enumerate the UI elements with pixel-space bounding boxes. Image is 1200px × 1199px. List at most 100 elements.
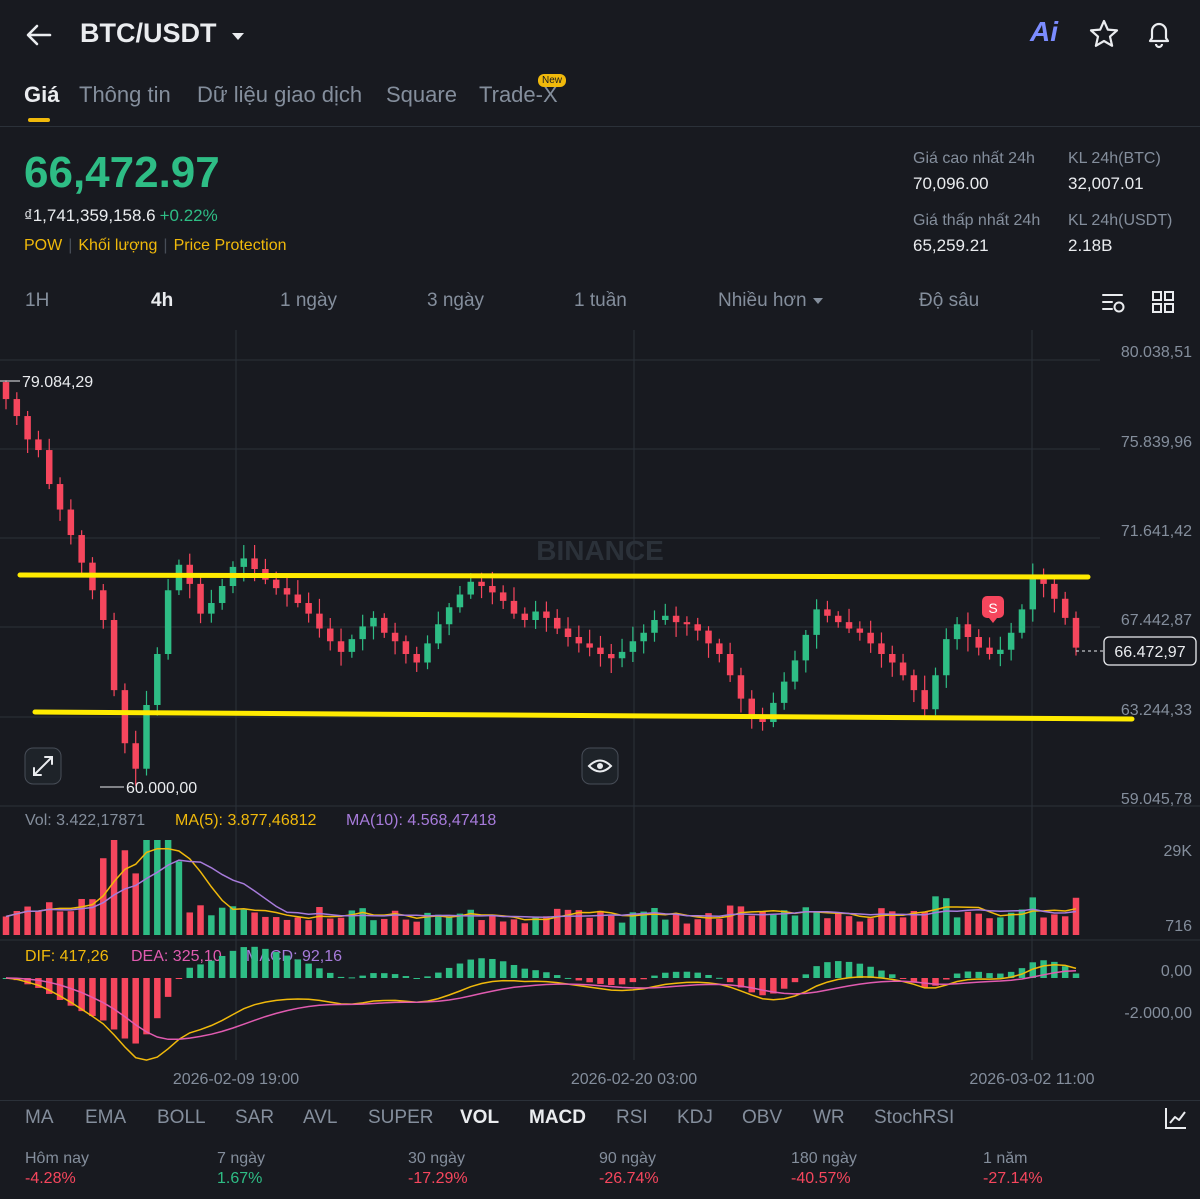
candle	[121, 690, 129, 744]
grid-layout-icon[interactable]	[1151, 290, 1175, 314]
indicator-vol[interactable]: VOL	[460, 1107, 499, 1129]
arrow-left-icon[interactable]	[24, 20, 54, 50]
indicator-sar[interactable]: SAR	[235, 1107, 274, 1129]
candle	[964, 624, 972, 638]
macd-bar	[662, 972, 669, 978]
volume-bar	[943, 898, 950, 935]
tag-price-protection[interactable]: Price Protection	[174, 237, 287, 254]
volume-bar	[56, 911, 64, 935]
indicator-macd[interactable]: MACD	[529, 1107, 586, 1129]
macd-bar	[251, 946, 258, 978]
interval-depth[interactable]: Độ sâu	[919, 290, 979, 312]
last-price: 66,472.97	[24, 148, 220, 197]
volume-bar	[381, 918, 388, 935]
stat-vol-btc-label: KL 24h(BTC)	[1068, 150, 1161, 167]
interval-1d[interactable]: 1 ngày	[280, 290, 337, 312]
volume-bar	[45, 902, 53, 935]
candle	[564, 628, 572, 638]
vol-ma5-label: MA(5): 3.877,46812	[175, 812, 317, 829]
candle	[737, 675, 745, 699]
tab-square[interactable]: Square	[386, 82, 457, 108]
volume-bar	[964, 911, 972, 935]
macd-bar	[964, 971, 972, 978]
volume-bar	[121, 850, 129, 935]
indicator-kdj[interactable]: KDJ	[677, 1107, 713, 1129]
candle	[921, 690, 928, 710]
indicator-stochrsi[interactable]: StochRSI	[874, 1107, 954, 1129]
pair-selector[interactable]: BTC/USDT	[80, 18, 246, 49]
candle	[716, 643, 723, 655]
macd-bar	[327, 972, 334, 978]
candle	[164, 590, 172, 655]
chart-settings-icon[interactable]	[1100, 290, 1128, 316]
indicator-wr[interactable]: WR	[813, 1107, 845, 1129]
caret-down-icon	[812, 298, 823, 304]
macd-bar	[121, 978, 129, 1039]
volume-bar	[435, 914, 442, 935]
interval-3d[interactable]: 3 ngày	[427, 290, 484, 312]
volume-bar	[824, 918, 831, 935]
volume-bar	[67, 911, 75, 935]
stat-low-label: Giá thấp nhất 24h	[913, 212, 1041, 229]
indicator-avl[interactable]: AVL	[303, 1107, 338, 1129]
macd-bar	[986, 973, 993, 978]
macd-bar	[100, 978, 107, 1021]
x-tick-label: 2026-02-09 19:00	[173, 1071, 299, 1088]
expand-chart-button[interactable]	[24, 747, 62, 785]
indicator-ma[interactable]: MA	[25, 1107, 54, 1129]
macd-bar	[521, 968, 529, 978]
candle	[499, 592, 507, 601]
volume-bar	[337, 917, 345, 935]
x-tick-label: 2026-02-20 03:00	[571, 1071, 697, 1088]
macd-bar	[575, 978, 583, 981]
candle	[899, 662, 907, 676]
resistance-trendline[interactable]	[17, 572, 1091, 580]
tag-pow[interactable]: POW	[24, 237, 62, 254]
indicator-boll[interactable]: BOLL	[157, 1107, 206, 1129]
macd-bar	[489, 958, 496, 978]
candle	[575, 637, 583, 644]
macd-bar	[359, 975, 366, 978]
interval-4h[interactable]: 4h	[151, 290, 173, 312]
macd-bar	[478, 958, 485, 978]
tab-info[interactable]: Thông tin	[79, 82, 171, 108]
indicator-ema[interactable]: EMA	[85, 1107, 126, 1129]
star-icon[interactable]	[1088, 18, 1120, 50]
indicator-rsi[interactable]: RSI	[616, 1107, 648, 1129]
macd-bar	[262, 948, 269, 978]
interval-1w[interactable]: 1 tuần	[574, 290, 627, 312]
volume-bar	[608, 915, 615, 935]
candle	[586, 643, 593, 648]
macd-bar	[651, 975, 658, 978]
indicator-obv[interactable]: OBV	[742, 1107, 782, 1129]
volume-bar	[110, 840, 118, 935]
indicator-super[interactable]: SUPER	[368, 1107, 433, 1129]
stat-high-value: 70,096.00	[913, 174, 989, 193]
tab-price[interactable]: Giá	[24, 82, 59, 108]
candle	[510, 600, 518, 614]
candle	[100, 590, 107, 621]
bell-icon[interactable]	[1143, 18, 1175, 50]
tab-trading-data[interactable]: Dữ liệu giao dịch	[197, 82, 362, 108]
vol-y-tick: 29K	[1164, 843, 1193, 860]
indicator-settings-icon[interactable]	[1163, 1105, 1189, 1131]
price-chart[interactable]: BINANCE 80.038,51 75.839,96 71.641,42 67…	[0, 328, 1200, 1090]
macd-bar	[229, 950, 237, 978]
macd-bar	[186, 967, 193, 978]
sell-signal-marker[interactable]: S	[982, 596, 1004, 623]
ai-button[interactable]: Ai	[1030, 16, 1058, 48]
macd-bar	[435, 972, 442, 978]
stat-vol-btc: KL 24h(BTC) 32,007.01	[1068, 150, 1161, 194]
interval-more[interactable]: Nhiều hơn	[718, 290, 825, 312]
y-tick-label: 63.244,33	[1121, 702, 1192, 719]
volume-bar	[370, 920, 377, 935]
candle	[813, 609, 820, 635]
active-tab-indicator	[28, 118, 50, 122]
interval-1h[interactable]: 1H	[25, 290, 49, 312]
macd-bar	[824, 962, 831, 978]
macd-bar	[402, 976, 410, 978]
support-trendline[interactable]	[32, 709, 1135, 722]
tag-volume[interactable]: Khối lượng	[78, 237, 157, 254]
toggle-visibility-button[interactable]	[581, 747, 619, 785]
volume-bar	[132, 873, 139, 935]
